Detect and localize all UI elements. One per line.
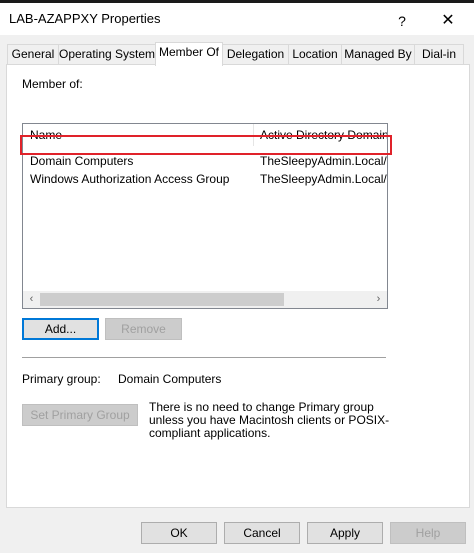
scroll-right-icon[interactable]: › (370, 291, 387, 308)
row-ad-path: TheSleepyAdmin.Local/Bu (260, 172, 388, 186)
window-title: LAB-AZAPPXY Properties (9, 11, 161, 26)
member-of-label: Member of: (22, 77, 83, 91)
close-icon[interactable]: ✕ (426, 6, 470, 36)
ok-button[interactable]: OK (141, 522, 217, 544)
remove-button[interactable]: Remove (105, 318, 182, 340)
tab-general[interactable]: General (7, 44, 59, 65)
tab-managed-by[interactable]: Managed By (341, 44, 415, 65)
add-button[interactable]: Add... (22, 318, 99, 340)
dialog-body: General Operating System Member Of Deleg… (0, 35, 474, 553)
set-primary-group-button[interactable]: Set Primary Group (22, 404, 138, 426)
highlight-box (20, 135, 392, 155)
apply-button[interactable]: Apply (307, 522, 383, 544)
help-icon[interactable]: ? (380, 6, 424, 36)
tab-dial-in[interactable]: Dial-in (414, 44, 464, 65)
tab-operating-system[interactable]: Operating System (58, 44, 156, 65)
scroll-thumb[interactable] (40, 293, 284, 306)
tab-delegation[interactable]: Delegation (222, 44, 289, 65)
primary-group-value: Domain Computers (118, 372, 222, 386)
row-name: Windows Authorization Access Group (30, 172, 230, 186)
scroll-left-icon[interactable]: ‹ (23, 291, 40, 308)
title-bar[interactable]: LAB-AZAPPXY Properties ? ✕ (0, 3, 474, 35)
horizontal-scrollbar[interactable]: ‹ › (23, 291, 387, 308)
divider (22, 357, 386, 358)
cancel-button[interactable]: Cancel (224, 522, 300, 544)
help-button[interactable]: Help (390, 522, 466, 544)
primary-group-note: There is no need to change Primary group… (149, 400, 390, 440)
list-item[interactable]: Windows Authorization Access Group TheSl… (23, 170, 387, 188)
member-of-panel: Member of: Name Active Directory Domain … (6, 64, 470, 508)
row-ad-path: TheSleepyAdmin.Local/Us (260, 154, 388, 168)
tab-location[interactable]: Location (288, 44, 342, 65)
tab-member-of[interactable]: Member Of (155, 42, 223, 66)
primary-group-label: Primary group: (22, 372, 101, 386)
row-name: Domain Computers (30, 154, 134, 168)
